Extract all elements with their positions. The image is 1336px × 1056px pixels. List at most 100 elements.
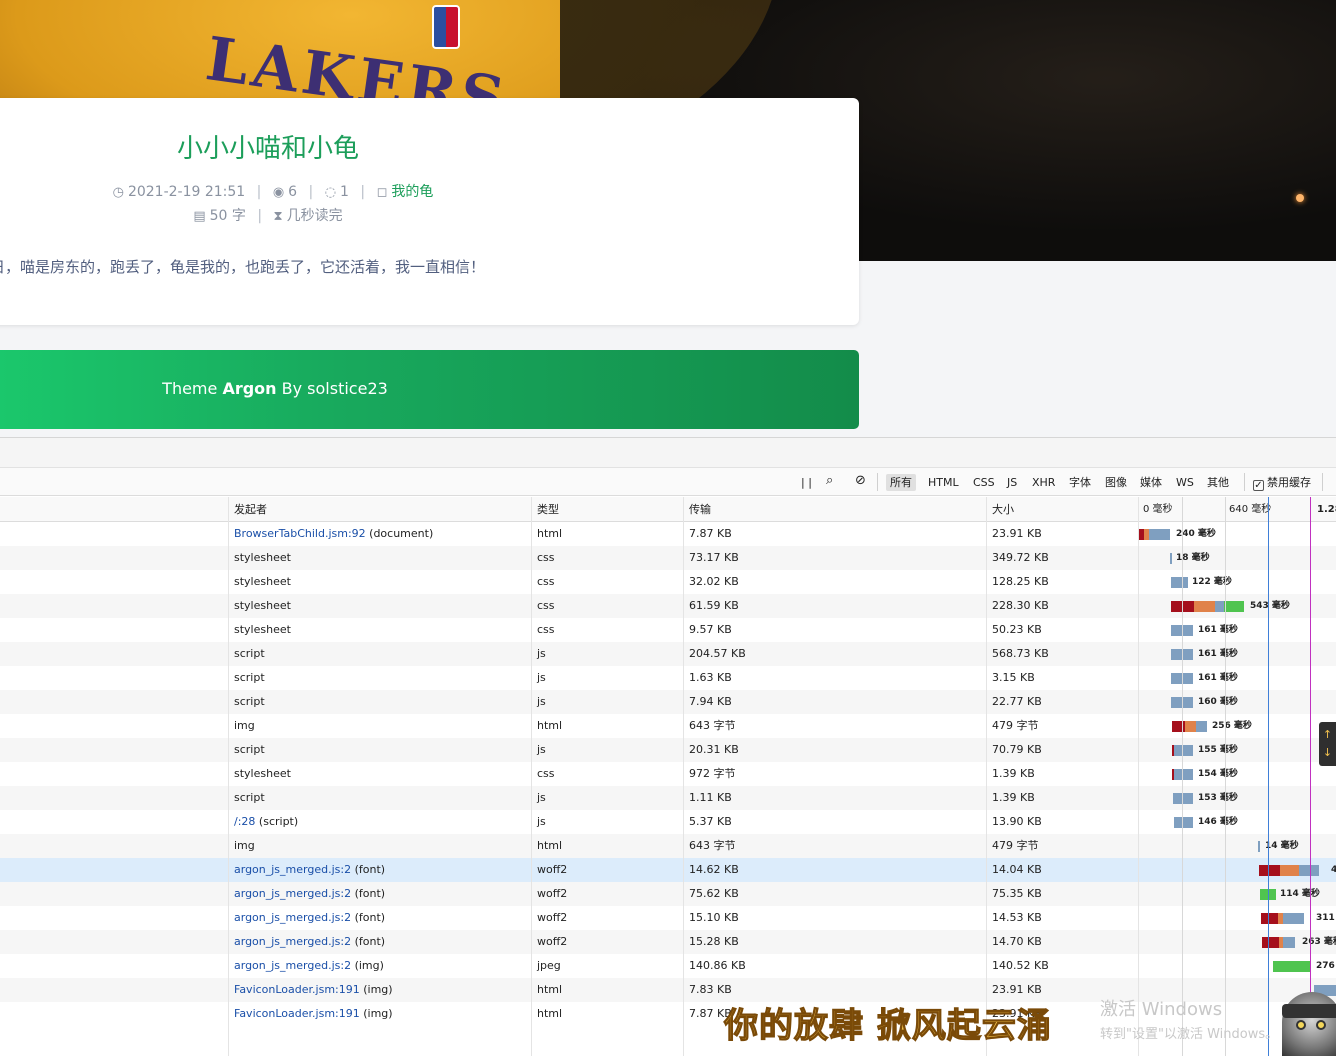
- initiator-link[interactable]: argon_js_merged.js:2: [234, 863, 351, 876]
- column-header-initiator[interactable]: 发起者: [229, 497, 532, 521]
- cell-timeline: 122 毫秒: [1139, 570, 1336, 594]
- watermark-line1: 激活 Windows: [1100, 999, 1223, 1020]
- waterfall-segment-blocked: [1262, 937, 1279, 948]
- mascot-eye: [1316, 1020, 1326, 1030]
- initiator-link[interactable]: FaviconLoader.jsm:191: [234, 983, 360, 996]
- request-table: 发起者类型传输大小 0 毫秒 640 毫秒 1.28 BrowserTabChild.j…: [0, 497, 1336, 1026]
- initiator-detail: (font): [351, 935, 386, 948]
- waterfall-segment-waiting: [1174, 817, 1193, 828]
- post-comments: 1: [340, 184, 349, 200]
- table-row[interactable]: script js 7.94 KB 22.77 KB 160 毫秒: [0, 690, 1336, 714]
- waterfall-segment-waiting: [1196, 721, 1207, 732]
- cell-initiator: stylesheet: [229, 762, 532, 786]
- footer-brand[interactable]: Argon: [222, 379, 276, 398]
- table-row[interactable]: argon_js_merged.js:2 (font) woff2 14.62 KB…: [0, 858, 1336, 882]
- filter-fonts[interactable]: 字体: [1065, 474, 1095, 491]
- initiator-link[interactable]: FaviconLoader.jsm:191: [234, 1007, 360, 1020]
- waterfall-duration: 154 毫秒: [1198, 769, 1238, 779]
- post-category-link[interactable]: 我的龟: [391, 184, 433, 200]
- waterfall-duration: 160 毫秒: [1198, 697, 1238, 707]
- timeline-marker-line: [1310, 497, 1311, 1056]
- waterfall-segment-waiting: [1171, 577, 1188, 588]
- filter-images[interactable]: 图像: [1101, 474, 1131, 491]
- waterfall-segment-waiting: [1215, 601, 1224, 612]
- cell-initiator: argon_js_merged.js:2 (font): [229, 930, 532, 954]
- cell-transferred: 140.86 KB: [689, 959, 746, 972]
- pause-button[interactable]: | |: [797, 474, 816, 491]
- filter-js[interactable]: JS: [1003, 474, 1021, 491]
- waterfall-duration: 543 毫秒: [1250, 601, 1290, 611]
- table-row[interactable]: stylesheet css 972 字节 1.39 KB 154 毫秒: [0, 762, 1336, 786]
- initiator-detail: script: [234, 791, 265, 804]
- table-row[interactable]: argon_js_merged.js:2 (font) woff2 15.10 KB…: [0, 906, 1336, 930]
- disable-cache-checkbox[interactable]: ✓ 禁用缓存: [1249, 474, 1315, 491]
- cell-initiator: argon_js_merged.js:2 (img): [229, 954, 532, 978]
- table-row[interactable]: stylesheet css 32.02 KB 128.25 KB 122 毫秒: [0, 570, 1336, 594]
- scroll-arrows-widget[interactable]: ↑ ↓: [1319, 722, 1336, 766]
- waterfall-segment-waiting: [1174, 769, 1193, 780]
- table-row[interactable]: img html 643 字节 479 字节 256 毫秒: [0, 714, 1336, 738]
- column-divider[interactable]: [1138, 497, 1139, 1056]
- column-divider[interactable]: [683, 497, 684, 1056]
- initiator-detail: stylesheet: [234, 551, 291, 564]
- table-row[interactable]: script js 1.63 KB 3.15 KB 161 毫秒: [0, 666, 1336, 690]
- initiator-link[interactable]: argon_js_merged.js:2: [234, 959, 351, 972]
- table-row[interactable]: argon_js_merged.js:2 (img) jpeg 140.86 KB 1…: [0, 954, 1336, 978]
- eye-icon: ◉: [272, 185, 285, 200]
- cell-transferred: 7.94 KB: [689, 695, 732, 708]
- filter-css[interactable]: CSS: [969, 474, 999, 491]
- table-row[interactable]: script js 1.11 KB 1.39 KB 153 毫秒: [0, 786, 1336, 810]
- cell-size: 568.73 KB: [992, 647, 1049, 660]
- waterfall-duration: 161 毫秒: [1198, 625, 1238, 635]
- column-header-transferred[interactable]: 传输: [684, 497, 987, 521]
- table-row[interactable]: script js 20.31 KB 70.79 KB 155 毫秒: [0, 738, 1336, 762]
- table-row[interactable]: argon_js_merged.js:2 (font) woff2 75.62 KB…: [0, 882, 1336, 906]
- filter-html[interactable]: HTML: [924, 474, 963, 491]
- cell-timeline: 311 毫: [1139, 906, 1336, 930]
- table-row[interactable]: /:28 (script) js 5.37 KB 13.90 KB 146 毫秒: [0, 810, 1336, 834]
- arrow-up-icon[interactable]: ↑: [1319, 726, 1336, 744]
- column-divider[interactable]: [986, 497, 987, 1056]
- initiator-link[interactable]: argon_js_merged.js:2: [234, 935, 351, 948]
- table-row[interactable]: BrowserTabChild.jsm:92 (document) html 7.8…: [0, 522, 1336, 546]
- filter-media[interactable]: 媒体: [1136, 474, 1166, 491]
- post-title[interactable]: 小小小喵和小龟: [0, 128, 546, 165]
- filter-xhr[interactable]: XHR: [1028, 474, 1059, 491]
- table-row[interactable]: img html 643 字节 479 字节 14 毫秒: [0, 834, 1336, 858]
- initiator-detail: script: [234, 671, 265, 684]
- search-icon[interactable]: ⌕: [822, 472, 837, 489]
- filter-other[interactable]: 其他: [1203, 474, 1233, 491]
- table-row[interactable]: argon_js_merged.js:2 (font) woff2 15.28 KB…: [0, 930, 1336, 954]
- table-row[interactable]: stylesheet css 73.17 KB 349.72 KB 18 毫秒: [0, 546, 1336, 570]
- initiator-detail: stylesheet: [234, 767, 291, 780]
- cell-timeline: 146 毫秒: [1139, 810, 1336, 834]
- arrow-down-icon[interactable]: ↓: [1319, 744, 1336, 762]
- initiator-link[interactable]: argon_js_merged.js:2: [234, 887, 351, 900]
- clear-icon[interactable]: ⊘: [851, 472, 870, 489]
- comment-icon: ◌: [324, 185, 337, 200]
- column-header-size[interactable]: 大小: [987, 497, 1139, 521]
- initiator-link[interactable]: /:28: [234, 815, 255, 828]
- timeline-tick: 0 毫秒: [1143, 504, 1173, 515]
- initiator-link[interactable]: argon_js_merged.js:2: [234, 911, 351, 924]
- filter-ws[interactable]: WS: [1172, 474, 1198, 491]
- column-divider[interactable]: [228, 497, 229, 1056]
- table-row[interactable]: script js 204.57 KB 568.73 KB 161 毫秒: [0, 642, 1336, 666]
- waterfall-segment-connect: [1194, 601, 1215, 612]
- table-row[interactable]: stylesheet css 61.59 KB 228.30 KB 543 毫秒: [0, 594, 1336, 618]
- filter-all[interactable]: 所有: [886, 474, 916, 491]
- column-header-type[interactable]: 类型: [532, 497, 684, 521]
- waterfall-segment-waiting: [1173, 793, 1193, 804]
- timeline-tick: 640 毫秒: [1229, 504, 1272, 515]
- table-row[interactable]: stylesheet css 9.57 KB 50.23 KB 161 毫秒: [0, 618, 1336, 642]
- cell-initiator: BrowserTabChild.jsm:92 (document): [229, 522, 532, 546]
- post-word-count: 50 字: [209, 208, 246, 224]
- cell-type: js: [537, 743, 546, 756]
- initiator-link[interactable]: BrowserTabChild.jsm:92: [234, 527, 366, 540]
- watermark-line2: 转到"设置"以激活 Windows。: [1100, 1027, 1279, 1042]
- initiator-detail: img: [234, 719, 255, 732]
- cell-transferred: 204.57 KB: [689, 647, 746, 660]
- column-divider[interactable]: [531, 497, 532, 1056]
- cell-transferred: 972 字节: [689, 767, 736, 780]
- column-header-timeline[interactable]: 0 毫秒 640 毫秒 1.28: [1139, 497, 1336, 521]
